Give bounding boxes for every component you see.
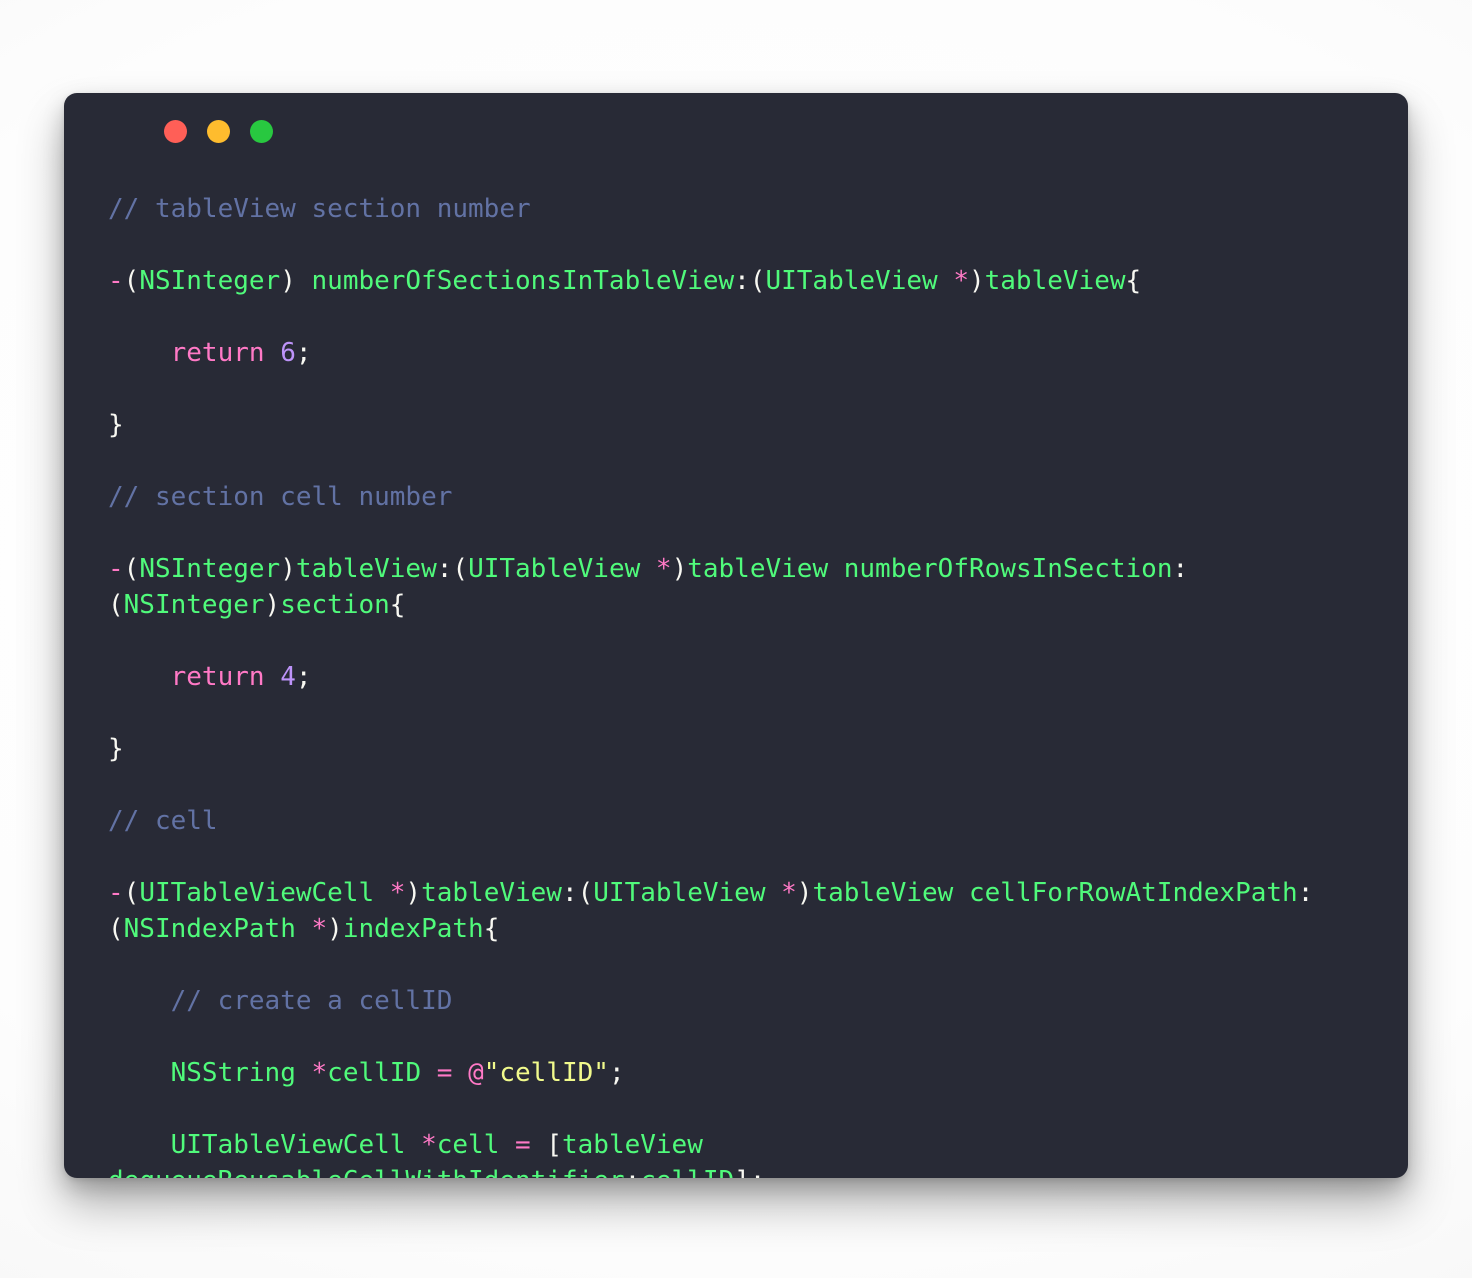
code-token: * [953, 266, 969, 296]
code-token: ) [796, 878, 813, 908]
code-token: - [108, 554, 124, 584]
code-token: * [421, 1130, 437, 1160]
code-token: ) [280, 554, 296, 584]
code-token: = [515, 1130, 547, 1160]
code-token: numberOfSectionsInTableView [311, 266, 735, 296]
code-line: // section cell number [108, 479, 1368, 515]
code-token: NSInteger [139, 554, 281, 584]
code-token: UITableViewCell [139, 878, 390, 908]
code-token: { [1125, 266, 1142, 296]
code-token: ( [123, 554, 140, 584]
code-token: // create a cellID [170, 986, 453, 1016]
code-token: // section cell number [108, 482, 453, 512]
code-token: NSIndexPath [123, 914, 312, 944]
code-area[interactable]: // tableView section number -(NSInteger)… [64, 169, 1408, 1178]
code-token: 6 [280, 338, 296, 368]
code-token: UITableView [468, 554, 656, 584]
code-token: { [389, 590, 406, 620]
code-line: } [108, 407, 1368, 443]
code-token: 4 [280, 662, 296, 692]
code-token: { [483, 914, 500, 944]
code-token: UITableViewCell [170, 1130, 422, 1160]
code-token: :( [561, 878, 594, 908]
code-token: return [170, 338, 265, 368]
code-token: section [280, 590, 390, 620]
code-token: * [781, 878, 797, 908]
code-token: indexPath [342, 914, 484, 944]
code-line: return 6; [108, 335, 1368, 371]
code-token: ; [608, 1058, 625, 1088]
code-token: // tableView section number [108, 194, 531, 224]
code-token: NSInteger [139, 266, 281, 296]
code-line: UITableViewCell *cell = [tableView deque… [108, 1127, 1368, 1178]
code-token: @ [468, 1058, 484, 1088]
code-token: // cell [108, 806, 218, 836]
maximize-button-icon[interactable] [250, 119, 273, 143]
code-token: - [108, 266, 124, 296]
code-token: ) [405, 878, 422, 908]
close-button-icon[interactable] [164, 119, 187, 143]
code-line: return 4; [108, 659, 1368, 695]
code-line: -(NSInteger)tableView:(UITableView *)tab… [108, 551, 1368, 623]
code-token: cellID [327, 1058, 437, 1088]
code-line: // cell [108, 803, 1368, 839]
code-token: [ [546, 1130, 562, 1160]
code-token: : [625, 1166, 641, 1178]
code-token: return [170, 662, 265, 692]
code-token: tableView cellForRowAtIndexPath [812, 878, 1298, 908]
code-token: UITableView [765, 266, 954, 296]
code-token: ( [123, 266, 140, 296]
code-line: // create a cellID [108, 983, 1368, 1019]
code-token: cell [436, 1130, 516, 1160]
code-token: ]; [734, 1166, 765, 1178]
code-token: :( [734, 266, 766, 296]
code-token: ) [671, 554, 688, 584]
code-line: } [108, 731, 1368, 767]
code-token: tableView [421, 878, 562, 908]
code-line: -(NSInteger) numberOfSectionsInTableView… [108, 263, 1368, 299]
code-token: } [108, 410, 124, 440]
code-token: ; [295, 338, 312, 368]
code-token: - [108, 878, 124, 908]
code-token: UITableView [593, 878, 782, 908]
code-token: NSString [170, 1058, 312, 1088]
code-line: NSString *cellID = @"cellID"; [108, 1055, 1368, 1091]
code-token: NSInteger [123, 590, 265, 620]
code-token: ) [327, 914, 343, 944]
code-token: = [436, 1058, 469, 1088]
code-token: * [311, 914, 328, 944]
code-token: :( [436, 554, 469, 584]
code-token: tableView numberOfRowsInSection [687, 554, 1173, 584]
minimize-button-icon[interactable] [207, 119, 230, 143]
code-token: cellID [640, 1166, 734, 1178]
code-token: ; [295, 662, 312, 692]
code-token: ) [968, 266, 985, 296]
code-token: tableView [295, 554, 437, 584]
code-token: * [389, 878, 406, 908]
code-token: * [311, 1058, 328, 1088]
code-line: -(UITableViewCell *)tableView:(UITableVi… [108, 875, 1368, 947]
code-line: // tableView section number [108, 191, 1368, 227]
code-token: } [108, 734, 124, 764]
code-token: * [655, 554, 672, 584]
code-window: // tableView section number -(NSInteger)… [64, 93, 1408, 1178]
code-token: ) [280, 266, 312, 296]
code-token: "cellID" [483, 1058, 609, 1088]
window-titlebar [64, 93, 1408, 169]
code-token: tableView [984, 266, 1126, 296]
code-block[interactable]: // tableView section number -(NSInteger)… [108, 191, 1368, 1178]
code-token: ( [123, 878, 140, 908]
code-token: ) [264, 590, 281, 620]
